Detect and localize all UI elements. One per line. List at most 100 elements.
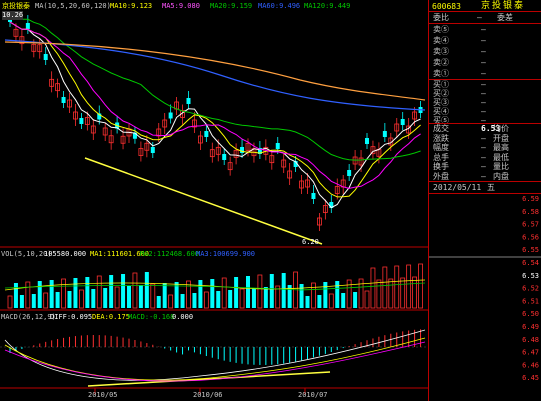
volume-bar-down bbox=[103, 288, 108, 308]
volume-bar-down bbox=[269, 274, 274, 308]
volume-bar-down bbox=[162, 283, 167, 308]
candle-body-down bbox=[204, 131, 209, 137]
volume-bar-up bbox=[328, 293, 334, 309]
candle-body-down bbox=[347, 170, 352, 176]
sell-row-label: 卖④ bbox=[433, 36, 449, 45]
candle-body-down bbox=[61, 97, 66, 103]
minute-y-tick: 6.48 bbox=[522, 336, 539, 344]
stock-name-label: 京投银泰 bbox=[2, 2, 30, 10]
minute-y-tick: 6.51 bbox=[522, 297, 539, 305]
volume-bar-up bbox=[132, 272, 138, 309]
minute-y-tick: 6.47 bbox=[522, 349, 539, 357]
volume-bar-up bbox=[79, 289, 84, 309]
diff-line bbox=[4, 329, 426, 381]
quote-row-label: 幅度 bbox=[433, 143, 449, 152]
ma60-line bbox=[9, 11, 421, 161]
candle-body-down bbox=[311, 193, 316, 199]
volume-bar-down bbox=[55, 292, 60, 308]
minute-y-tick: 6.57 bbox=[522, 221, 539, 229]
volume-bar-up bbox=[257, 274, 263, 309]
volume-bar-up bbox=[346, 279, 352, 309]
buy-row: 买② — bbox=[429, 89, 541, 98]
buy-row-label: 买① bbox=[433, 80, 449, 89]
volume-bar-up bbox=[358, 278, 364, 309]
trendline-price bbox=[84, 157, 323, 245]
volume-bar-down bbox=[138, 285, 143, 308]
minute-y-tick: 6.53 bbox=[522, 272, 539, 280]
minute-y-tick: 6.58 bbox=[522, 208, 539, 216]
volume-bar-down bbox=[144, 272, 149, 308]
quote-row-label2: 均价 bbox=[493, 124, 509, 133]
sell-row-value: — bbox=[481, 58, 486, 67]
volume-bar-up bbox=[150, 283, 156, 309]
volume-bar-down bbox=[263, 287, 268, 308]
quote-row-label: 涨跌 bbox=[433, 133, 449, 143]
quote-row: 换手 — 量比 bbox=[429, 162, 541, 172]
volume-bar-up bbox=[221, 277, 227, 309]
minute-y-tick: 6.54 bbox=[522, 259, 539, 267]
volume-bar-down bbox=[323, 282, 328, 308]
volume-bar-down bbox=[317, 295, 322, 308]
buy-row-value: — bbox=[481, 107, 486, 116]
chart-canvas[interactable] bbox=[0, 0, 428, 401]
x-axis-label-jul: 2010/07 bbox=[298, 391, 328, 399]
sell-row: 卖① — bbox=[429, 68, 541, 79]
volume-bar-up bbox=[96, 275, 102, 309]
quote-row: 幅度 — 最高 bbox=[429, 143, 541, 153]
volume-bar-down bbox=[156, 296, 161, 308]
vol-ma1-line bbox=[4, 279, 426, 291]
vol-ma2: MA2:112468.600 bbox=[140, 250, 200, 258]
candle-body-down bbox=[79, 118, 84, 124]
quote-row-value: — bbox=[481, 143, 486, 152]
volume-bar-up bbox=[376, 279, 382, 309]
volume-bar-up bbox=[382, 266, 388, 309]
minute-y-tick: 6.55 bbox=[522, 246, 539, 254]
weicha-label: 委差 bbox=[497, 13, 513, 22]
volume-bar-down bbox=[210, 279, 215, 308]
date-label: 2012/05/11 bbox=[433, 183, 482, 192]
volume-bar-down bbox=[228, 290, 233, 308]
quote-row: 外盘 — 内盘 bbox=[429, 172, 541, 182]
volume-bar-down bbox=[121, 274, 126, 308]
buy-row-value: — bbox=[481, 80, 486, 89]
buy-row-value: — bbox=[481, 89, 486, 98]
buy-row: 买④ — bbox=[429, 107, 541, 116]
candle-body-down bbox=[382, 131, 387, 137]
quote-row-label2: 最高 bbox=[493, 143, 509, 152]
minute-y-tick: 6.45 bbox=[522, 374, 539, 382]
quote-row-label: 外盘 bbox=[433, 171, 449, 181]
weibi-value: — bbox=[477, 13, 482, 22]
volume-bar-up bbox=[61, 278, 66, 309]
volume-bar-up bbox=[168, 294, 174, 309]
quote-row: 成交 6.53 均价 bbox=[429, 124, 541, 134]
minute-chart[interactable]: 6.59 6.58 6.57 6.56 6.55 6.54 6.53 6.52 6.51 6.50… bbox=[429, 194, 541, 401]
kline-chart-area[interactable]: 京投银泰 MA(10,5,20,60,120) MA10:9.123 MA5:9… bbox=[0, 0, 428, 401]
volume-bar-down bbox=[127, 286, 131, 308]
sell-row: 卖② — bbox=[429, 57, 541, 68]
buy-row: 买① — bbox=[429, 80, 541, 89]
candle-body-down bbox=[186, 98, 191, 104]
buy-row-label: 买③ bbox=[433, 98, 449, 107]
macd-diff: DIFF:0.095 bbox=[50, 313, 93, 321]
buy-row-label: 买④ bbox=[433, 107, 449, 116]
minute-y-tick: 6.56 bbox=[522, 233, 539, 241]
ma5-value: MA5:9.080 bbox=[162, 2, 200, 10]
volume-bar-down bbox=[85, 277, 90, 308]
candle-body-down bbox=[365, 138, 369, 144]
quote-row: 涨跌 — 开盘 bbox=[429, 134, 541, 144]
candle-body-down bbox=[400, 119, 405, 125]
sell-row-value: — bbox=[481, 25, 486, 34]
volume-bar-down bbox=[216, 291, 221, 308]
vol-ma3: MA3:100699.900 bbox=[196, 250, 256, 258]
buy-row-label: 买② bbox=[433, 89, 449, 98]
sell-row-value: — bbox=[481, 69, 486, 78]
volume-bar-down bbox=[281, 273, 286, 308]
quote-row-value: — bbox=[481, 133, 486, 143]
minute-y-tick: 6.50 bbox=[522, 310, 539, 318]
weibi-label: 委比 bbox=[433, 13, 449, 22]
volume-bar-down bbox=[109, 275, 114, 308]
quote-row-value: — bbox=[481, 162, 486, 171]
volume-bar-up bbox=[239, 288, 245, 309]
ma5-line bbox=[9, 21, 421, 209]
volume-bar-down bbox=[353, 292, 358, 308]
